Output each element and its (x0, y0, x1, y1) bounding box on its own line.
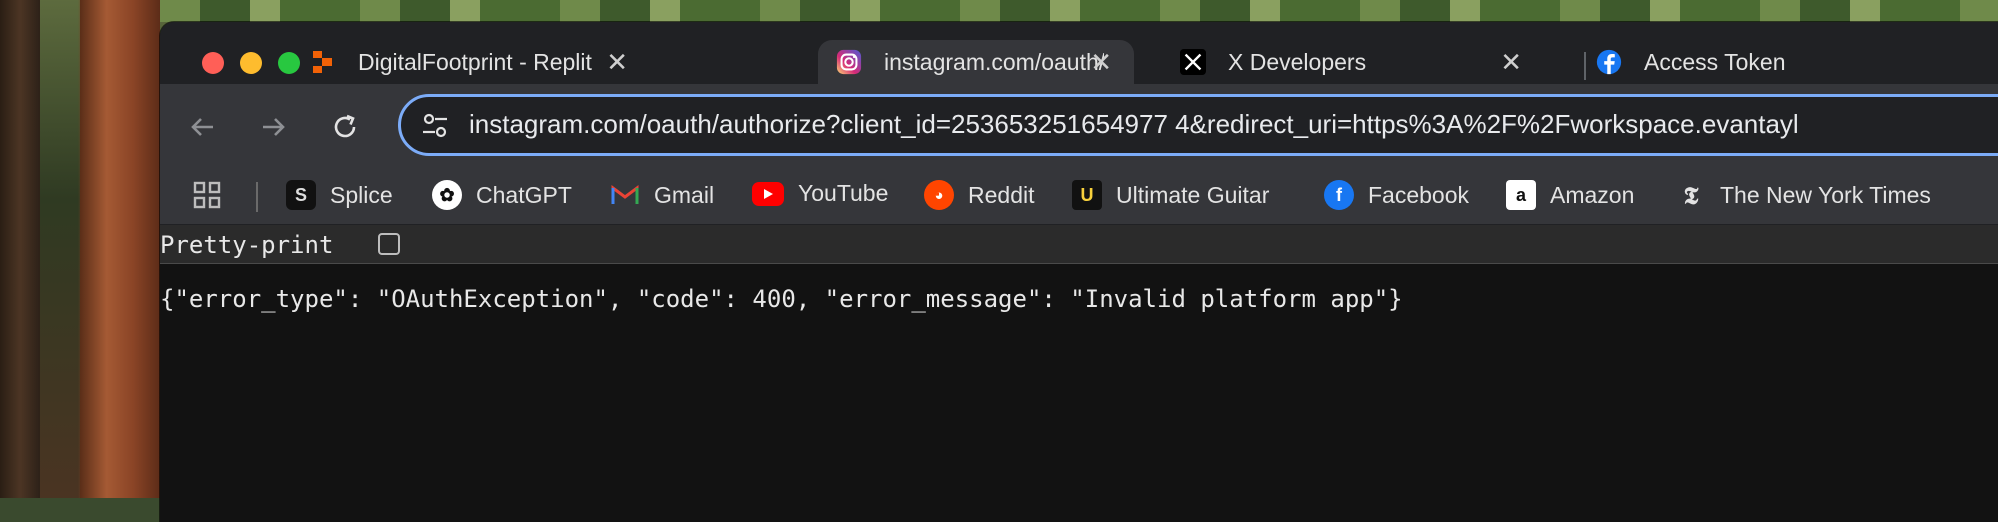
splice-icon: S (286, 180, 316, 210)
back-arrow-icon[interactable] (188, 112, 218, 150)
bookmark-youtube[interactable]: YouTube (752, 180, 888, 207)
address-bar[interactable]: instagram.com/oauth/authorize?client_id=… (398, 94, 1998, 156)
tab-title: instagram.com/oauth/authoriz (884, 48, 1104, 75)
ultimate-guitar-icon: U (1072, 180, 1102, 210)
reload-icon[interactable] (330, 112, 360, 150)
tab-title: Access Token (1644, 48, 1786, 75)
browser-window: DigitalFootprint - Replit ✕ instagram.co… (160, 22, 1998, 522)
instagram-icon (836, 49, 862, 75)
bookmarks-bar: S Splice ✿ ChatGPT Gmail YouTube ◕ Reddi… (160, 168, 1998, 225)
bookmark-ultimate-guitar[interactable]: U Ultimate Guitar (1072, 180, 1269, 210)
x-icon (1180, 49, 1206, 75)
youtube-icon (752, 181, 784, 206)
chatgpt-icon: ✿ (432, 180, 462, 210)
bookmark-label: The New York Times (1720, 181, 1931, 208)
site-settings-icon[interactable] (421, 113, 449, 144)
tab-strip: DigitalFootprint - Replit ✕ instagram.co… (160, 22, 1998, 84)
close-window-button[interactable] (202, 52, 224, 74)
bookmark-label: Reddit (968, 181, 1035, 208)
bookmark-chatgpt[interactable]: ✿ ChatGPT (432, 180, 572, 210)
close-tab-icon[interactable]: ✕ (606, 49, 628, 75)
bookmark-nyt[interactable]: 𝕿 The New York Times (1676, 180, 1931, 210)
tab-title: X Developers (1228, 48, 1367, 75)
json-response-text: {"error_type": "OAuthException", "code":… (160, 285, 1403, 313)
tree-trunk (80, 0, 160, 498)
bookmark-label: ChatGPT (476, 181, 572, 208)
nyt-icon: 𝕿 (1683, 180, 1699, 210)
tab-replit[interactable]: DigitalFootprint - Replit ✕ (310, 40, 650, 84)
tab-access-token[interactable]: Access Token (1596, 40, 1996, 84)
bookmark-label: YouTube (798, 180, 889, 206)
pretty-print-checkbox[interactable] (378, 233, 400, 255)
tab-instagram[interactable]: instagram.com/oauth/authoriz ✕ (818, 40, 1134, 84)
close-tab-icon[interactable]: ✕ (1090, 49, 1112, 75)
replit-icon (310, 49, 336, 75)
browser-toolbar: instagram.com/oauth/authorize?client_id=… (160, 84, 1998, 168)
forward-arrow-icon[interactable] (258, 112, 288, 150)
pretty-print-label: Pretty-print (160, 231, 334, 259)
facebook-icon: f (1324, 180, 1354, 210)
url-text[interactable]: instagram.com/oauth/authorize?client_id=… (469, 109, 1799, 140)
bookmark-label: Splice (330, 181, 393, 208)
bookmark-amazon[interactable]: a Amazon (1506, 180, 1634, 210)
tree-canopy (160, 0, 1998, 22)
maximize-window-button[interactable] (278, 52, 300, 74)
tree-trunk (0, 0, 40, 498)
amazon-icon: a (1506, 180, 1536, 210)
bookmark-label: Gmail (654, 181, 715, 208)
tab-divider (1584, 52, 1586, 80)
bookmark-reddit[interactable]: ◕ Reddit (924, 180, 1034, 210)
minimize-window-button[interactable] (240, 52, 262, 74)
bookmark-gmail[interactable]: Gmail (610, 180, 714, 210)
reddit-icon: ◕ (924, 180, 954, 210)
bookmark-label: Amazon (1550, 181, 1635, 208)
pretty-print-bar: Pretty-print (160, 225, 1998, 264)
page-content: Pretty-print {"error_type": "OAuthExcept… (160, 225, 1998, 522)
bookmark-label: Facebook (1368, 181, 1470, 208)
facebook-icon (1596, 49, 1622, 75)
bookmark-splice[interactable]: S Splice (286, 180, 393, 210)
bookmark-facebook[interactable]: f Facebook (1324, 180, 1469, 210)
gmail-icon (610, 180, 640, 210)
bookmark-label: Ultimate Guitar (1116, 181, 1270, 208)
bookmarks-divider (256, 182, 258, 212)
tab-x-developers[interactable]: X Developers ✕ (1170, 40, 1544, 84)
window-controls (202, 52, 300, 74)
close-tab-icon[interactable]: ✕ (1500, 49, 1522, 75)
tab-title: DigitalFootprint - Replit (358, 48, 592, 75)
apps-grid-icon[interactable] (192, 180, 222, 210)
